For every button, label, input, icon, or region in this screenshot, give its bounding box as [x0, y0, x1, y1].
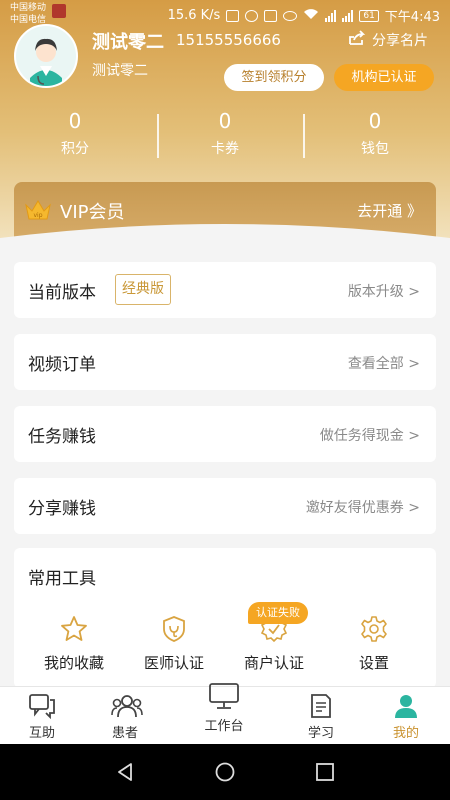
eye-icon	[283, 10, 298, 21]
stat-wallet[interactable]: 0 钱包	[300, 108, 450, 168]
share-earn-row[interactable]: 分享赚钱 邀好友得优惠券 >	[14, 478, 436, 534]
alarm-icon	[245, 9, 259, 22]
tool-favorites-label: 我的收藏	[43, 654, 104, 672]
carrier-info: 中国移动 中国电信	[10, 2, 46, 26]
tasks-row[interactable]: 任务赚钱 做任务得现金 >	[14, 406, 436, 462]
share-card-label: 分享名片	[372, 33, 428, 49]
hd-icon	[264, 9, 278, 22]
tools-section: 常用工具 我的收藏 医师认证 商户认证 设置	[14, 548, 436, 688]
video-orders-row[interactable]: 视频订单 查看全部 >	[14, 334, 436, 390]
tool-doctor-cert[interactable]: 医师认证	[126, 614, 222, 673]
header-curve	[0, 224, 450, 258]
gear-icon	[359, 614, 389, 644]
version-row[interactable]: 当前版本 经典版 版本升级 >	[14, 262, 436, 318]
tab-patients-label: 患者	[111, 726, 138, 741]
tab-mutual-help-label: 互助	[28, 726, 55, 741]
carrier-1: 中国移动	[10, 3, 47, 13]
signal-2-icon	[342, 9, 354, 22]
share-earn-title: 分享赚钱	[28, 499, 96, 519]
wifi-icon	[303, 8, 319, 24]
vip-open-link[interactable]: 去开通 》	[357, 200, 422, 221]
user-name: 测试零二	[92, 32, 164, 53]
stat-wallet-label: 钱包	[361, 141, 389, 157]
share-icon	[348, 30, 366, 50]
star-icon	[59, 614, 89, 644]
version-tag: 经典版	[115, 274, 171, 305]
app-notification-icon	[52, 4, 66, 18]
tools-title: 常用工具	[28, 569, 96, 589]
version-title: 当前版本	[28, 283, 96, 303]
user-subname: 测试零二	[92, 63, 148, 79]
cert-failed-badge: 认证失败	[248, 602, 308, 624]
tab-patients[interactable]: 患者	[85, 693, 165, 741]
tool-settings[interactable]: 设置	[326, 614, 422, 673]
patients-icon	[111, 693, 143, 719]
checkin-button[interactable]: 签到领积分	[224, 64, 324, 91]
tab-learning-label: 学习	[307, 726, 334, 741]
stat-points-label: 积分	[61, 141, 89, 157]
stats-row: 0 积分 0 卡券 0 钱包	[0, 108, 450, 168]
tool-doctor-cert-label: 医师认证	[143, 654, 204, 672]
share-earn-link[interactable]: 邀好友得优惠券 >	[306, 497, 420, 517]
tab-mine[interactable]: 我的	[366, 693, 446, 741]
chat-icon	[28, 693, 56, 720]
video-orders-title: 视频订单	[28, 355, 96, 375]
monitor-icon	[208, 681, 240, 711]
share-card-button[interactable]: 分享名片	[348, 30, 428, 50]
stats-divider	[157, 114, 159, 158]
certified-button[interactable]: 机构已认证	[334, 64, 434, 91]
home-icon[interactable]	[215, 762, 235, 786]
tasks-title: 任务赚钱	[28, 427, 96, 447]
battery-icon: 61	[359, 9, 379, 22]
stat-wallet-value: 0	[368, 109, 382, 133]
stat-coupons-label: 卡券	[211, 141, 239, 157]
stats-divider	[303, 114, 305, 158]
view-all-link[interactable]: 查看全部 >	[348, 353, 420, 373]
clock: 下午4:43	[384, 10, 440, 25]
vip-badge-text: vip	[33, 212, 42, 219]
tool-merchant-cert-label: 商户认证	[243, 654, 304, 672]
stat-points[interactable]: 0 积分	[0, 108, 150, 168]
stat-coupons[interactable]: 0 卡券	[150, 108, 300, 168]
tasks-link[interactable]: 做任务得现金 >	[320, 425, 420, 445]
status-bar: 中国移动 中国电信 15.6 K/s 61 下午4:43	[0, 0, 450, 30]
tool-settings-label: 设置	[358, 654, 389, 672]
back-icon[interactable]	[115, 762, 135, 786]
tab-learning[interactable]: 学习	[281, 693, 361, 741]
avatar[interactable]	[14, 24, 78, 88]
version-upgrade-link[interactable]: 版本升级 >	[348, 281, 420, 301]
system-nav-bar	[0, 744, 450, 800]
network-speed: 15.6 K/s	[167, 8, 221, 23]
tab-mutual-help[interactable]: 互助	[2, 693, 82, 741]
stat-points-value: 0	[68, 109, 82, 133]
vip-title: VIP会员	[60, 202, 125, 223]
stat-coupons-value: 0	[218, 109, 232, 133]
tab-workbench-label: 工作台	[204, 719, 244, 734]
vibrate-icon	[226, 9, 240, 22]
recents-icon[interactable]	[315, 762, 335, 786]
doctor-shield-icon	[159, 614, 189, 644]
signal-1-icon	[325, 9, 337, 22]
document-icon	[307, 693, 335, 719]
tool-favorites[interactable]: 我的收藏	[26, 614, 122, 673]
user-phone: 15155556666	[176, 31, 281, 49]
bottom-tab-bar: 互助 患者 工作台 学习 我的	[0, 683, 450, 744]
tab-workbench[interactable]: 工作台	[184, 681, 264, 734]
person-icon	[392, 693, 420, 719]
tab-mine-label: 我的	[392, 726, 419, 741]
